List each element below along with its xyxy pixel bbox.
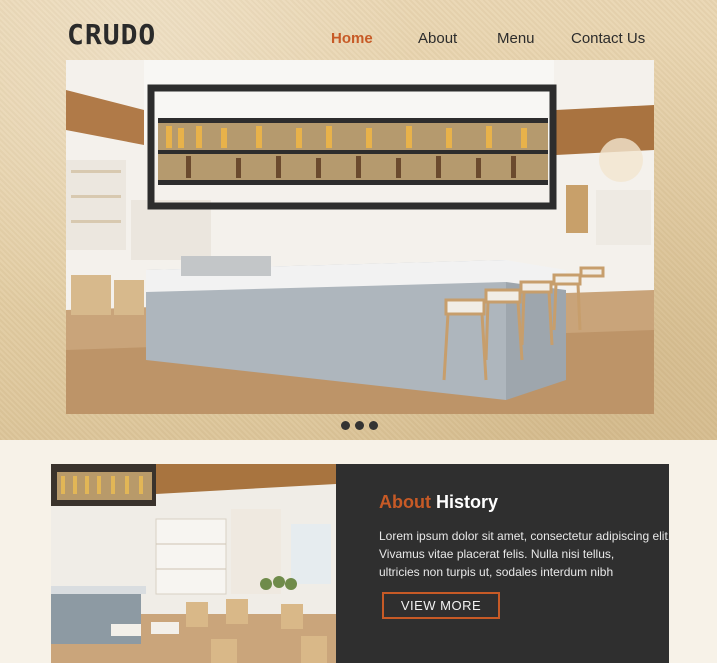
about-description: Lorem ipsum dolor sit amet, consectetur … bbox=[379, 527, 672, 581]
about-title-accent: About bbox=[379, 492, 431, 512]
about-image bbox=[51, 464, 336, 663]
restaurant-interior-illustration bbox=[51, 464, 336, 663]
about-title-rest: History bbox=[436, 492, 499, 512]
about-line-2: Vivamus vitae placerat felis. Nulla nisi… bbox=[379, 547, 615, 561]
nav-menu-link[interactable]: Menu bbox=[497, 30, 535, 47]
hero-image bbox=[66, 60, 654, 414]
nav-contact-link[interactable]: Contact Us bbox=[571, 30, 645, 47]
about-line-3: ultricies non turpis ut, sodales interdu… bbox=[379, 565, 614, 579]
about-line-1: Lorem ipsum dolor sit amet, consectetur … bbox=[379, 529, 672, 543]
restaurant-bar-illustration bbox=[66, 60, 654, 414]
nav-about-link[interactable]: About bbox=[418, 30, 457, 47]
main-nav: Home About Menu Contact Us bbox=[0, 30, 717, 50]
about-history-title: About History bbox=[379, 492, 498, 513]
nav-home-link[interactable]: Home bbox=[331, 30, 373, 47]
carousel-dot-2[interactable] bbox=[355, 421, 364, 430]
view-more-button[interactable]: VIEW MORE bbox=[382, 592, 500, 619]
carousel-dot-3[interactable] bbox=[369, 421, 378, 430]
about-history-panel: About History Lorem ipsum dolor sit amet… bbox=[336, 464, 672, 663]
carousel-dot-1[interactable] bbox=[341, 421, 350, 430]
